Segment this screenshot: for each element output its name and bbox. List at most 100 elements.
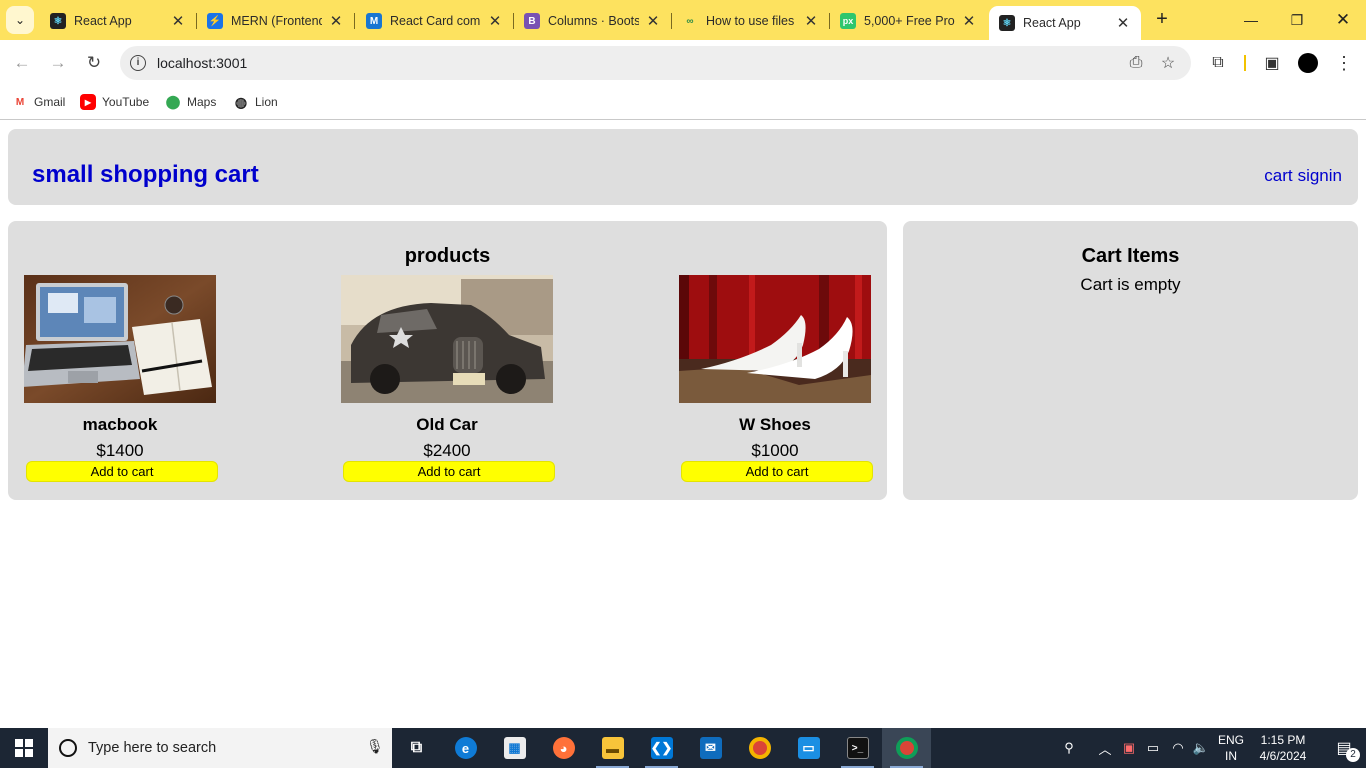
chrome-taskbar-button[interactable] (735, 728, 784, 768)
products-title: products (404, 245, 491, 267)
product-card-old-car: Old Car $2400 Add to cart (341, 275, 555, 482)
close-icon[interactable]: ✕ (170, 12, 186, 30)
bookmark-lion[interactable]: ◍ Lion (233, 92, 278, 112)
address-url[interactable]: localhost:3001 (157, 55, 247, 71)
maps-icon: ⬤ (165, 94, 181, 109)
tab-pixabay[interactable]: px 5,000+ Free Pro ✕ (830, 6, 987, 36)
bootstrap-icon: B (524, 13, 540, 29)
cart-title: Cart Items (1081, 245, 1180, 267)
extensions-icon[interactable]: ⧉ (1206, 51, 1230, 75)
taskbar-search-box[interactable]: Type here to search 🎙 (48, 728, 392, 768)
clock[interactable]: 1:15 PM 4/6/2024 (1250, 732, 1316, 764)
microphone-icon[interactable]: 🎙 (366, 738, 384, 758)
reload-button[interactable]: ↻ (80, 49, 108, 77)
language-indicator[interactable]: ENG IN (1214, 732, 1248, 764)
geeks-icon: ∞ (686, 15, 694, 27)
pixabay-icon: px (840, 13, 856, 29)
address-bar[interactable]: i localhost:3001 ⎙ ☆ (120, 46, 1191, 80)
windows-start-button[interactable] (0, 728, 48, 768)
tab-react-app-active[interactable]: ⚛ React App ✕ (989, 6, 1141, 40)
restore-button[interactable]: ❐ (1274, 0, 1320, 40)
back-button[interactable]: ← (8, 49, 36, 77)
taskbar: Type here to search 🎙 ⧉ e ▦ ◕ ▬ ❮❯ ✉ ▭ >… (0, 728, 1366, 768)
product-card-macbook: macbook $1400 Add to cart (24, 275, 218, 482)
people-icon[interactable]: ⚲ (1058, 728, 1080, 768)
store-taskbar-button[interactable]: ▦ (490, 728, 539, 768)
wifi-icon[interactable]: ◠ (1166, 728, 1190, 768)
close-icon[interactable]: ✕ (487, 12, 503, 30)
forward-button[interactable]: → (44, 49, 72, 77)
cart-empty-message: Cart is empty (1080, 275, 1181, 294)
header-nav: cart signin (1264, 166, 1342, 186)
add-to-cart-button[interactable]: Add to cart (343, 461, 555, 482)
chevron-up-icon[interactable]: ︿ (1094, 728, 1116, 768)
products-panel: products macbook $1400 Add to cart Old C… (8, 221, 887, 500)
tab-bootstrap[interactable]: B Columns · Boots ✕ (514, 6, 672, 36)
minimize-button[interactable]: — (1228, 0, 1274, 40)
bookmark-star-icon[interactable]: ☆ (1158, 53, 1178, 73)
new-tab-button[interactable]: + (1150, 8, 1174, 32)
file-explorer-taskbar-button[interactable]: ▬ (588, 728, 637, 768)
brand-link[interactable]: small shopping cart (32, 161, 259, 189)
mail-taskbar-button[interactable]: ✉ (686, 728, 735, 768)
security-icon[interactable]: ▣ (1118, 728, 1140, 768)
chrome-active-taskbar-button[interactable] (882, 728, 931, 768)
tab-search-button[interactable]: ⌄ (6, 6, 34, 34)
bookmark-maps[interactable]: ⬤ Maps (165, 92, 217, 112)
windows-logo-icon (15, 739, 33, 757)
chrome-icon (748, 737, 771, 759)
chrome-profile-icon (895, 737, 918, 759)
vscode-taskbar-button[interactable]: ❮❯ (637, 728, 686, 768)
close-icon[interactable]: ✕ (1115, 14, 1131, 32)
search-icon (59, 739, 77, 757)
install-app-icon[interactable]: ⎙ (1126, 53, 1146, 73)
tab-mern[interactable]: ⚡ MERN (Frontend ✕ (197, 6, 355, 36)
terminal-icon: >_ (846, 737, 869, 759)
bookmark-gmail[interactable]: M Gmail (12, 92, 66, 112)
product-name: W Shoes (739, 415, 811, 434)
folder-icon: ▬ (601, 737, 624, 759)
battery-icon[interactable]: ▭ (1142, 728, 1164, 768)
taskbar-search-placeholder: Type here to search (88, 740, 217, 756)
clock-time: 1:15 PM (1260, 733, 1306, 747)
signin-link[interactable]: signin (1298, 166, 1342, 186)
close-icon[interactable]: ✕ (645, 12, 661, 30)
close-icon[interactable]: ✕ (328, 12, 344, 30)
page-viewport: small shopping cart cart signin products (0, 121, 1366, 728)
cart-panel: Cart Items Cart is empty (903, 221, 1358, 500)
clock-date: 4/6/2024 (1259, 749, 1307, 763)
edge-taskbar-button[interactable]: e (441, 728, 490, 768)
kebab-menu-icon[interactable]: ⋮ (1332, 51, 1356, 75)
volume-icon[interactable]: 🔈 (1190, 728, 1212, 768)
cart-link[interactable]: cart (1264, 166, 1292, 186)
notification-center-button[interactable]: ▤ 2 (1322, 728, 1366, 768)
react-icon: ⚛ (50, 13, 66, 29)
close-icon[interactable]: ✕ (803, 12, 819, 30)
side-panel-icon[interactable]: ▣ (1260, 51, 1284, 75)
add-to-cart-button[interactable]: Add to cart (681, 461, 873, 482)
tab-geeks[interactable]: ∞ How to use files ✕ (672, 6, 830, 36)
firefox-taskbar-button[interactable]: ◕ (539, 728, 588, 768)
gmail-icon: M (15, 96, 25, 108)
close-window-button[interactable]: ✕ (1320, 0, 1366, 40)
tab-react-card[interactable]: M React Card comp ✕ (356, 6, 514, 36)
task-view-button[interactable]: ⧉ (392, 728, 441, 768)
site-info-icon[interactable]: i (130, 55, 146, 71)
remote-desktop-icon: ▭ (797, 737, 820, 759)
close-icon[interactable]: ✕ (961, 12, 977, 30)
store-icon: ▦ (503, 737, 526, 759)
product-name: macbook (82, 415, 158, 434)
vintage-car-photo (341, 275, 553, 403)
remote-desktop-taskbar-button[interactable]: ▭ (784, 728, 833, 768)
terminal-taskbar-button[interactable]: >_ (833, 728, 882, 768)
product-card-w-shoes: W Shoes $1000 Add to cart (679, 275, 873, 482)
tab-react-app-1[interactable]: ⚛ React App ✕ (40, 6, 197, 36)
globe-icon: ◍ (234, 93, 248, 110)
product-price: $1000 (751, 441, 799, 460)
bookmark-youtube[interactable]: ▶ YouTube (80, 92, 149, 112)
bookmarks-bar: M Gmail ▶ YouTube ⬤ Maps ◍ Lion (0, 86, 1366, 120)
add-to-cart-button[interactable]: Add to cart (26, 461, 218, 482)
product-price: $2400 (423, 441, 471, 460)
product-price: $1400 (96, 441, 144, 460)
profile-avatar[interactable] (1298, 53, 1318, 73)
